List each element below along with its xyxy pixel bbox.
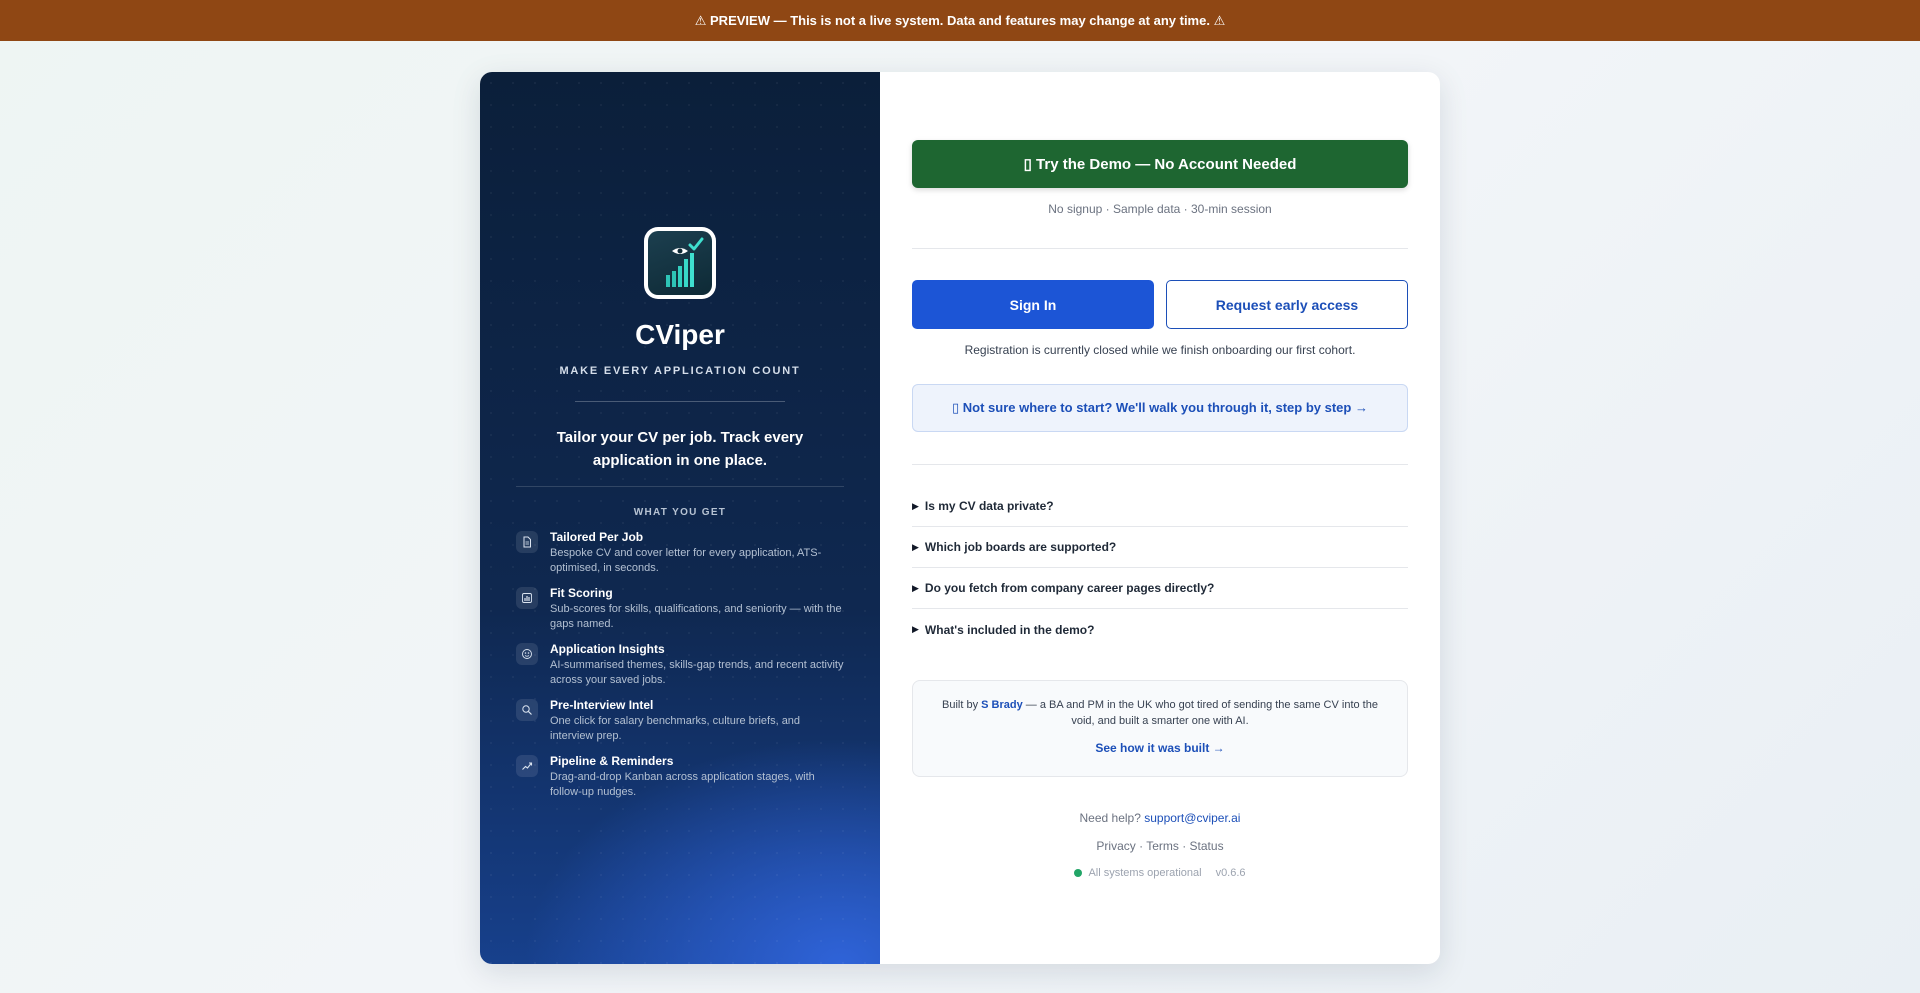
feature-description: AI-summarised themes, skills-gap trends,… [550, 659, 844, 686]
system-status-text: All systems operational [1088, 867, 1202, 879]
system-status: All systems operational v0.6.6 [912, 867, 1408, 879]
built-by-box: Built by S Brady — a BA and PM in the UK… [912, 680, 1408, 777]
help-line: Need help? support@cviper.ai [912, 811, 1408, 825]
help-prefix: Need help? [1079, 811, 1145, 825]
preview-banner-text: ⚠ PREVIEW — This is not a live system. D… [694, 12, 1226, 28]
faq-list: ▶ Is my CV data private? ▶ Which job boa… [912, 486, 1408, 650]
auth-panel: ▯ Try the Demo — No Account Needed No si… [880, 72, 1440, 964]
built-by-suffix: — a BA and PM in the UK who got tired of… [1022, 699, 1378, 727]
status-link[interactable]: Status [1190, 839, 1224, 853]
faq-question: Do you fetch from company career pages d… [924, 581, 1215, 595]
separator: · [1178, 839, 1190, 853]
author-link[interactable]: S Brady [981, 699, 1023, 711]
brand-headline: Tailor your CV per job. Track every appl… [556, 429, 804, 469]
brand-tagline: MAKE EVERY APPLICATION COUNT [559, 365, 801, 377]
disclosure-triangle-icon: ▶ [912, 541, 919, 552]
separator: · [1135, 839, 1147, 853]
see-how-built-link[interactable]: See how it was built → [937, 741, 1383, 755]
feature-title: Tailored Per Job [550, 530, 644, 544]
feature-title: Pre-Interview Intel [550, 698, 654, 712]
brand-name: CViper [635, 319, 725, 350]
document-icon [516, 531, 538, 553]
auth-buttons: Sign In Request early access [912, 280, 1408, 329]
feature-item-intel: Pre-Interview Intel One click for salary… [516, 698, 844, 744]
feature-description: One click for salary benchmarks, culture… [550, 715, 801, 742]
trend-up-icon [516, 755, 538, 777]
faq-item[interactable]: ▶ What's included in the demo? [912, 609, 1408, 650]
guided-tour-link[interactable]: ▯ Not sure where to start? We'll walk yo… [912, 384, 1408, 432]
registration-note: Registration is currently closed while w… [964, 343, 1356, 357]
feature-list: Tailored Per Job Bespoke CV and cover le… [516, 530, 844, 810]
feature-item-insights: Application Insights AI-summarised theme… [516, 642, 844, 688]
rising-bar-chart-with-check-icon [648, 231, 712, 295]
feature-description: Bespoke CV and cover letter for every ap… [550, 547, 822, 574]
features-heading: WHAT YOU GET [633, 507, 727, 518]
faq-question: Which job boards are supported? [924, 540, 1117, 554]
divider [575, 401, 785, 402]
disclosure-triangle-icon: ▶ [912, 582, 919, 593]
faq-item[interactable]: ▶ Is my CV data private? [912, 486, 1408, 527]
disclosure-triangle-icon: ▶ [912, 624, 919, 634]
faq-item[interactable]: ▶ Do you fetch from company career pages… [912, 568, 1408, 609]
insights-icon [516, 643, 538, 665]
divider [516, 486, 844, 487]
guided-tour-label: ▯ Not sure where to start? We'll walk yo… [952, 400, 1368, 415]
sign-in-button[interactable]: Sign In [912, 280, 1154, 329]
legal-links: Privacy · Terms · Status [912, 839, 1408, 853]
feature-item-tailored: Tailored Per Job Bespoke CV and cover le… [516, 530, 844, 576]
disclosure-triangle-icon: ▶ [912, 500, 919, 511]
demo-subtext: No signup · Sample data · 30-min session [1048, 202, 1272, 216]
built-by-prefix: Built by [942, 699, 982, 711]
feature-item-fit-scoring: Fit Scoring Sub-scores for skills, quali… [516, 586, 844, 632]
version-label: v0.6.6 [1215, 867, 1246, 879]
divider [912, 248, 1408, 249]
faq-item[interactable]: ▶ Which job boards are supported? [912, 527, 1408, 568]
magnifier-icon [516, 699, 538, 721]
preview-banner: ⚠ PREVIEW — This is not a live system. D… [0, 0, 1920, 41]
request-access-button[interactable]: Request early access [1166, 280, 1408, 329]
brand-panel: CViper MAKE EVERY APPLICATION COUNT Tail… [480, 72, 880, 964]
feature-item-pipeline: Pipeline & Reminders Drag-and-drop Kanba… [516, 754, 844, 800]
try-demo-button[interactable]: ▯ Try the Demo — No Account Needed [912, 140, 1408, 188]
feature-description: Sub-scores for skills, qualifications, a… [550, 603, 842, 630]
feature-description: Drag-and-drop Kanban across application … [550, 771, 815, 798]
built-by-text: Built by S Brady — a BA and PM in the UK… [937, 697, 1383, 729]
terms-link[interactable]: Terms [1146, 839, 1179, 853]
feature-title: Application Insights [550, 642, 665, 656]
feature-title: Pipeline & Reminders [550, 754, 674, 768]
status-dot-icon [1074, 869, 1083, 877]
login-card: CViper MAKE EVERY APPLICATION COUNT Tail… [480, 72, 1440, 964]
feature-title: Fit Scoring [550, 586, 613, 600]
faq-question: Is my CV data private? [924, 499, 1054, 513]
faq-question: What's included in the demo? [924, 622, 1095, 637]
support-email-link[interactable]: support@cviper.ai [1144, 811, 1240, 825]
app-logo [644, 227, 716, 299]
divider [912, 464, 1408, 465]
bar-chart-icon [516, 587, 538, 609]
privacy-link[interactable]: Privacy [1096, 839, 1135, 853]
